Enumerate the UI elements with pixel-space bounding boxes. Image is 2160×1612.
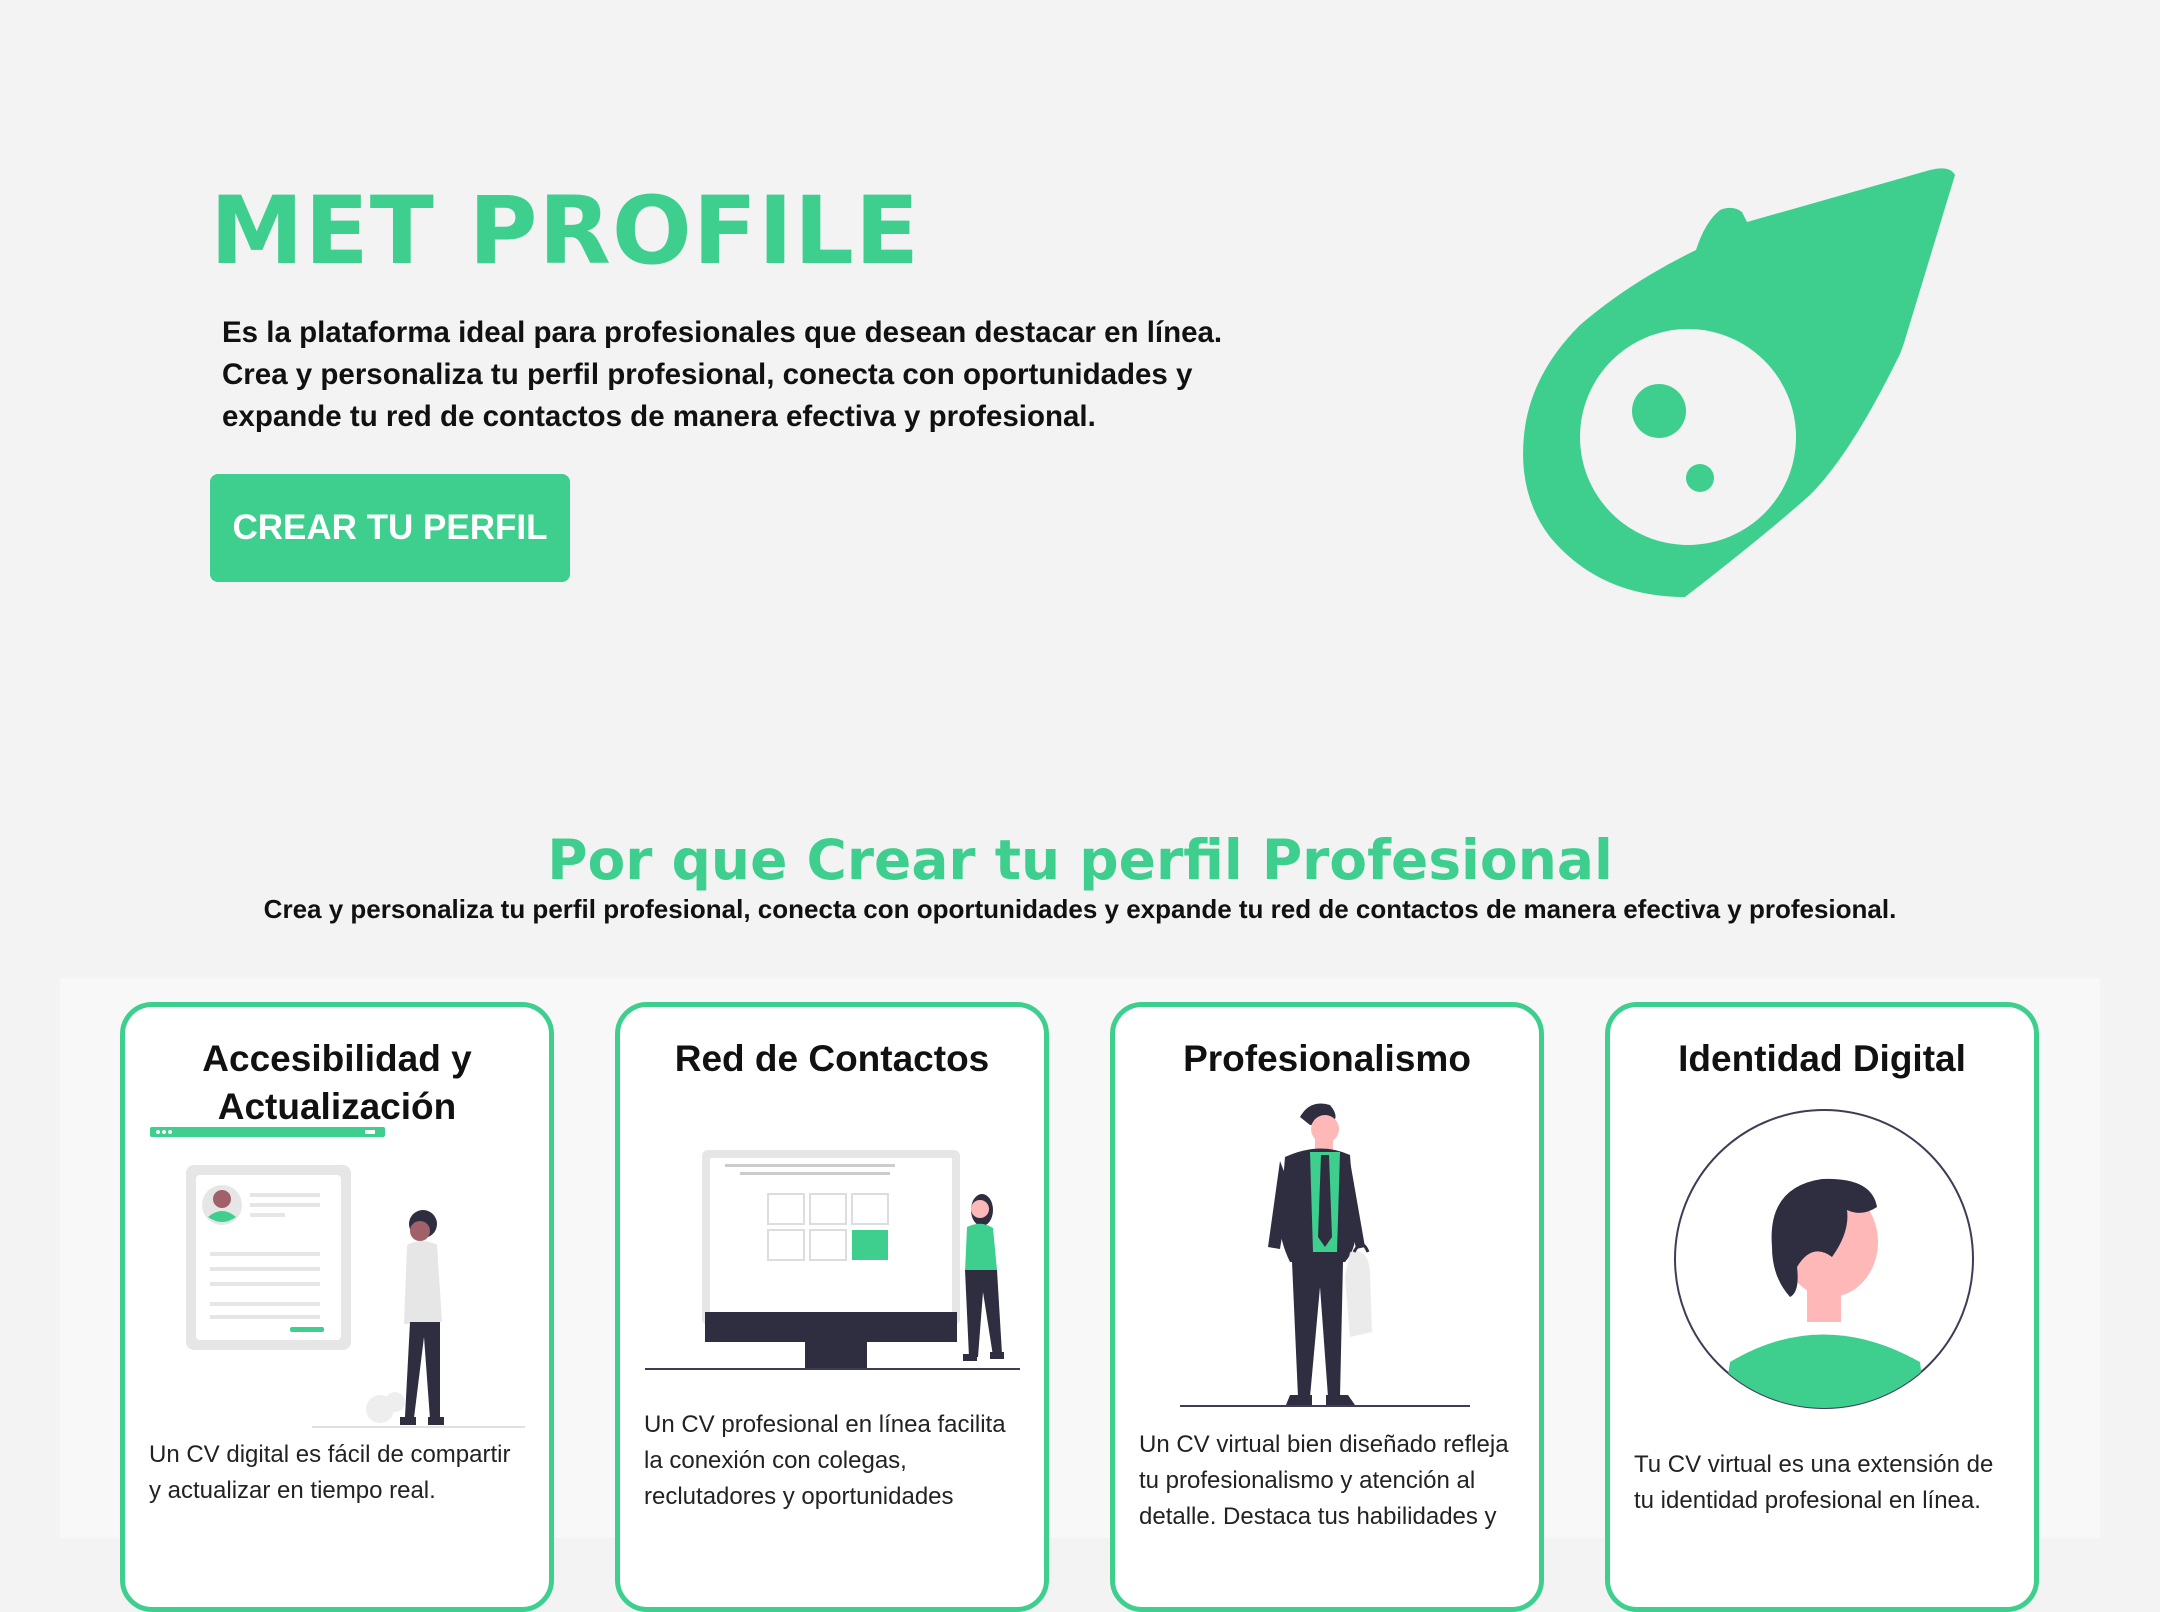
card-text: Un CV virtual bien diseñado refleja tu p… <box>1139 1431 1509 1530</box>
card-text: Un CV profesional en línea facilita la c… <box>644 1411 1006 1510</box>
card-title: Profesionalismo <box>1183 1038 1471 1079</box>
meteor-logo-icon <box>1523 168 1955 598</box>
create-profile-button[interactable]: CREAR TU PERFIL <box>210 474 570 582</box>
hero-title: MET PROFILE <box>210 177 921 286</box>
card-accesibilidad: Accesibilidad y Actualización Un CV digi… <box>120 1002 554 1612</box>
avatar-illustration-icon <box>1674 1109 1974 1409</box>
card-title: Identidad Digital <box>1678 1038 1966 1079</box>
card-title: Red de Contactos <box>674 1038 990 1079</box>
card-profesionalismo: Profesionalismo Un CV virtual bien diseñ… <box>1110 1002 1544 1612</box>
why-section-title: Por que Crear tu perfil Profesional <box>547 828 1613 892</box>
cv-document-illustration-icon <box>150 1127 525 1428</box>
hero-description: Es la plataforma ideal para profesionale… <box>222 316 1223 433</box>
monitor-illustration-icon <box>645 1150 1020 1370</box>
card-title: Accesibilidad y Actualización <box>202 1038 472 1127</box>
businessman-illustration-icon <box>1180 1103 1470 1407</box>
card-identidad-digital: Identidad Digital Tu CV virtual es una e… <box>1605 1002 2039 1612</box>
card-text: Un CV digital es fácil de compartir y ac… <box>149 1441 511 1504</box>
card-text: Tu CV virtual es una extensión de tu ide… <box>1634 1451 1994 1514</box>
why-section-subtitle: Crea y personaliza tu perfil profesional… <box>263 894 1897 924</box>
card-red-contactos: Red de Contactos Un CV profesional en lí… <box>615 1002 1049 1612</box>
